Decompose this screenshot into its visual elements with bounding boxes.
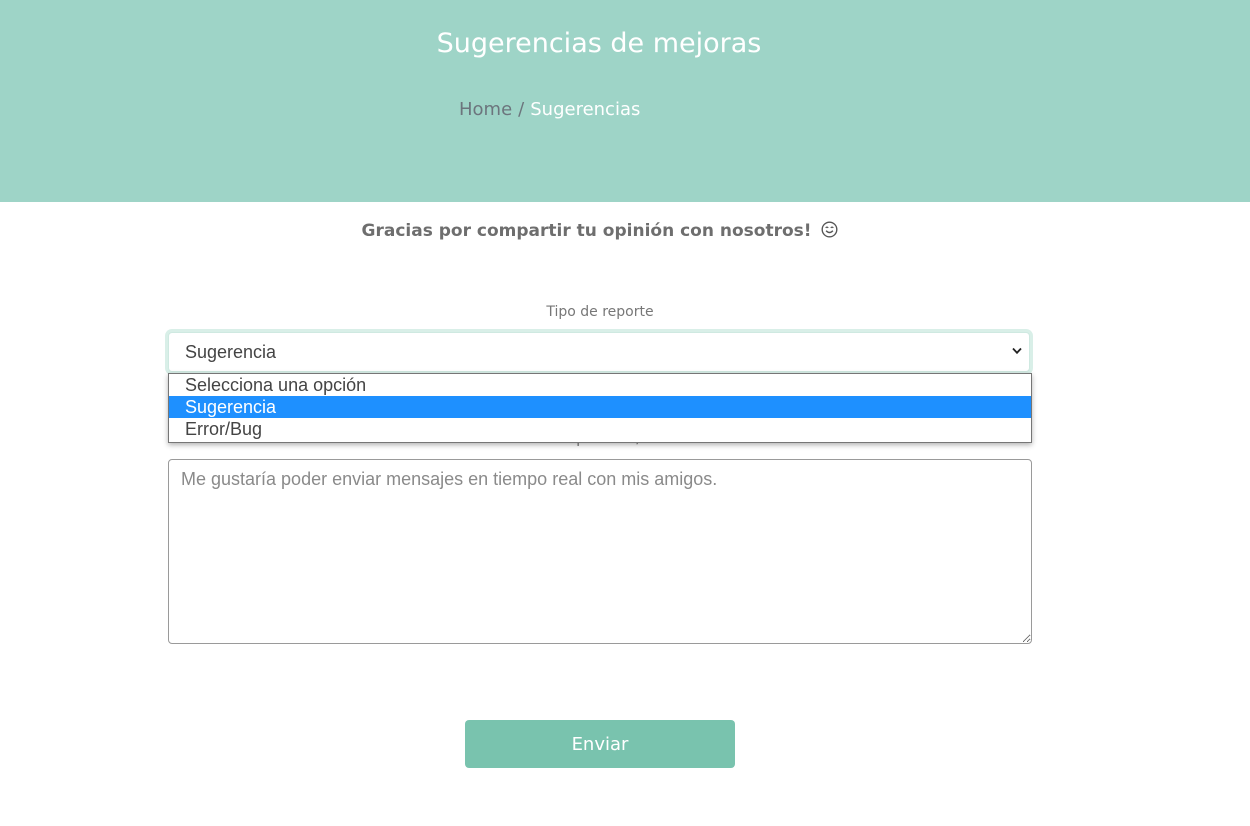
submit-button[interactable]: Enviar bbox=[465, 720, 735, 768]
option-select-prompt[interactable]: Selecciona una opción bbox=[169, 374, 1031, 396]
thanks-text: Gracias por compartir tu opinión con nos… bbox=[361, 221, 812, 241]
report-type-dropdown: Selecciona una opción Sugerencia Error/B… bbox=[168, 373, 1032, 443]
report-type-label: Tipo de reporte bbox=[546, 304, 654, 320]
breadcrumb-current: Sugerencias bbox=[530, 99, 641, 120]
chevron-down-icon bbox=[1012, 347, 1022, 355]
page-title: Sugerencias de mejoras bbox=[436, 28, 762, 59]
thanks-message: Gracias por compartir tu opinión con nos… bbox=[0, 221, 1200, 241]
breadcrumb-home-link[interactable]: Home bbox=[459, 99, 512, 120]
breadcrumb: Home / Sugerencias bbox=[459, 99, 640, 120]
smiling-face-icon bbox=[821, 221, 838, 238]
report-type-select[interactable]: Sugerencia bbox=[168, 332, 1030, 372]
option-error-bug[interactable]: Error/Bug bbox=[169, 418, 1031, 440]
description-textarea[interactable] bbox=[168, 459, 1032, 644]
page-header: Sugerencias de mejoras Home / Sugerencias bbox=[0, 0, 1250, 202]
breadcrumb-separator: / bbox=[518, 99, 525, 120]
report-type-selected-value: Sugerencia bbox=[185, 342, 277, 362]
option-sugerencia[interactable]: Sugerencia bbox=[169, 396, 1031, 418]
